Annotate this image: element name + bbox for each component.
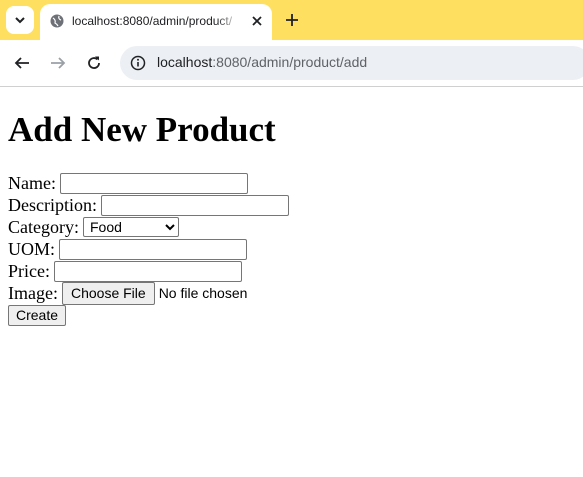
uom-input[interactable]	[59, 238, 248, 260]
active-tab[interactable]: localhost:8080/admin/product/	[40, 4, 272, 40]
add-product-form: Name: Description: Category: Food UOM: P…	[8, 172, 578, 326]
name-label: Name:	[8, 173, 56, 193]
chevron-down-icon	[15, 17, 25, 24]
choose-file-button[interactable]: Choose File	[61, 281, 155, 305]
reload-icon	[88, 56, 100, 69]
info-icon	[130, 55, 146, 71]
name-row: Name:	[8, 172, 578, 194]
site-info-button[interactable]	[128, 53, 148, 73]
url-text: localhost:8080/admin/product/add	[157, 54, 367, 70]
address-bar[interactable]: localhost:8080/admin/product/add	[120, 46, 583, 80]
uom-row: UOM:	[8, 238, 578, 260]
back-button[interactable]	[12, 53, 32, 73]
file-status-text: No file chosen	[158, 285, 248, 301]
arrow-left-icon	[14, 57, 29, 69]
price-input[interactable]	[54, 260, 242, 282]
arrow-right-icon	[51, 57, 66, 69]
price-row: Price:	[8, 260, 578, 282]
category-label: Category:	[8, 217, 79, 237]
category-select[interactable]: Food	[82, 217, 179, 237]
reload-button[interactable]	[84, 53, 104, 73]
tab-search-button[interactable]	[6, 6, 34, 34]
url-host: localhost	[157, 54, 213, 70]
page-content: Add New Product Name: Description: Categ…	[8, 86, 578, 326]
forward-button[interactable]	[48, 53, 68, 73]
category-row: Category: Food	[8, 216, 578, 238]
name-input[interactable]	[59, 172, 248, 194]
tab-close-button[interactable]	[248, 12, 266, 30]
submit-row: Create	[8, 304, 578, 326]
url-path: :8080/admin/product/add	[212, 54, 368, 70]
tab-title-fade	[216, 10, 240, 32]
page-title: Add New Product	[8, 110, 276, 149]
price-label: Price:	[8, 261, 50, 281]
browser-toolbar: localhost:8080/admin/product/add	[0, 40, 583, 87]
image-label: Image:	[8, 283, 58, 303]
description-input[interactable]	[100, 194, 289, 216]
uom-label: UOM:	[8, 239, 56, 259]
tab-strip: localhost:8080/admin/product/	[0, 0, 583, 40]
new-tab-button[interactable]	[282, 10, 302, 30]
globe-icon	[50, 14, 64, 28]
close-icon	[252, 16, 262, 26]
image-row: Image: Choose File No file chosen	[8, 281, 578, 305]
tab-title: localhost:8080/admin/product/	[72, 14, 233, 28]
description-label: Description:	[8, 195, 97, 215]
description-row: Description:	[8, 194, 578, 216]
create-button[interactable]: Create	[8, 304, 67, 326]
plus-icon	[286, 14, 298, 26]
